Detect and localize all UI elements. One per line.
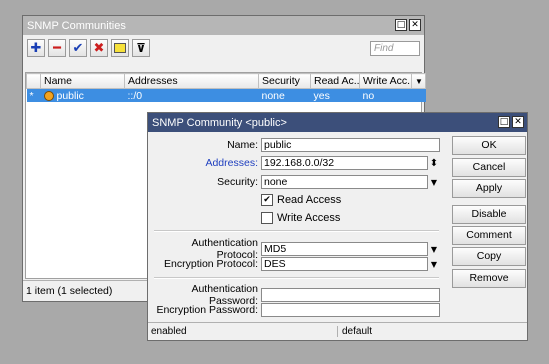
row-read-access: yes <box>310 88 360 102</box>
apply-button[interactable]: Apply <box>452 179 526 198</box>
snmp-community-dialog: SNMP Community <public> □ ✕ Name: public… <box>147 112 528 341</box>
write-access-label: Write Access <box>277 212 341 224</box>
dropdown-arrow-icon[interactable]: ▼ <box>428 175 440 189</box>
enc-password-row: Encryption Password: <box>148 303 440 317</box>
addresses-label[interactable]: Addresses: <box>148 157 261 169</box>
find-input[interactable]: Find <box>370 40 420 56</box>
column-header-write-access[interactable]: Write Acc... <box>359 73 412 89</box>
window-title: SNMP Communities <box>27 19 126 32</box>
comment-icon[interactable] <box>111 39 129 57</box>
community-icon <box>43 90 54 101</box>
addresses-field[interactable]: 192.168.0.0/32 <box>261 156 428 170</box>
column-header-security[interactable]: Security <box>258 73 311 89</box>
enable-icon[interactable]: ✔ <box>69 39 87 57</box>
default-marker: * <box>26 88 41 102</box>
security-row: Security: none ▼ <box>148 175 440 189</box>
ok-button[interactable]: OK <box>452 136 526 155</box>
remove-button[interactable]: Remove <box>452 269 526 288</box>
divider <box>154 277 439 279</box>
columns-dropdown-icon[interactable]: ▼ <box>411 73 426 89</box>
close-icon[interactable]: ✕ <box>512 116 524 128</box>
status-default: default <box>342 326 373 337</box>
row-addresses: ::/0 <box>124 88 259 102</box>
name-label: Name: <box>227 139 258 151</box>
column-header-read-access[interactable]: Read Ac... <box>310 73 360 89</box>
maximize-icon[interactable]: □ <box>395 19 407 31</box>
auth-password-field[interactable] <box>261 288 440 302</box>
enc-protocol-select[interactable]: DES <box>261 257 428 271</box>
write-access-row: Write Access <box>261 212 340 224</box>
cancel-button[interactable]: Cancel <box>452 158 526 177</box>
maximize-icon[interactable]: □ <box>498 116 510 128</box>
status-enabled: enabled <box>148 326 338 337</box>
table-header: Name Addresses Security Read Ac... Write… <box>26 73 426 89</box>
row-write-access: no <box>359 88 412 102</box>
comment-button[interactable]: Comment <box>452 226 526 245</box>
security-label: Security: <box>217 176 258 188</box>
copy-button[interactable]: Copy <box>452 247 526 266</box>
enc-password-field[interactable] <box>261 303 440 317</box>
toolbar: ✚ ━ ✔ ✖ ⊽ Find <box>23 35 424 61</box>
addresses-row: Addresses: 192.168.0.0/32 ⬍ <box>148 156 440 170</box>
name-row: Name: public <box>148 138 440 152</box>
read-access-row: ✔ Read Access <box>261 194 341 206</box>
enc-password-label: Encryption Password: <box>156 304 258 316</box>
divider <box>154 230 439 232</box>
enc-protocol-row: Encryption Protocol: DES ▼ <box>148 257 440 271</box>
close-icon[interactable]: ✕ <box>409 19 421 31</box>
disable-button[interactable]: Disable <box>452 205 526 224</box>
table-row[interactable]: * public ::/0 none yes no <box>26 88 426 102</box>
status-text: 1 item (1 selected) <box>26 285 113 297</box>
read-access-label: Read Access <box>277 194 342 206</box>
filter-icon[interactable]: ⊽ <box>132 39 150 57</box>
remove-icon[interactable]: ━ <box>48 39 66 57</box>
column-header-name[interactable]: Name <box>40 73 125 89</box>
dropdown-arrow-icon[interactable]: ▼ <box>428 242 440 256</box>
up-down-icon[interactable]: ⬍ <box>428 156 440 170</box>
read-access-checkbox[interactable]: ✔ <box>261 194 273 206</box>
auth-protocol-select[interactable]: MD5 <box>261 242 428 256</box>
security-select[interactable]: none <box>261 175 428 189</box>
dialog-title: SNMP Community <public> <box>152 116 287 129</box>
dropdown-arrow-icon[interactable]: ▼ <box>428 257 440 271</box>
column-header-addresses[interactable]: Addresses <box>124 73 259 89</box>
write-access-checkbox[interactable] <box>261 212 273 224</box>
enc-protocol-label: Encryption Protocol: <box>164 258 258 270</box>
name-field[interactable]: public <box>261 138 440 152</box>
dialog-titlebar[interactable]: SNMP Community <public> □ ✕ <box>148 113 527 132</box>
disable-icon[interactable]: ✖ <box>90 39 108 57</box>
row-name: public <box>56 89 84 102</box>
dialog-status-bar: enabled default <box>148 322 527 340</box>
add-icon[interactable]: ✚ <box>27 39 45 57</box>
window-titlebar[interactable]: SNMP Communities □ ✕ <box>23 16 424 35</box>
row-security: none <box>258 88 311 102</box>
